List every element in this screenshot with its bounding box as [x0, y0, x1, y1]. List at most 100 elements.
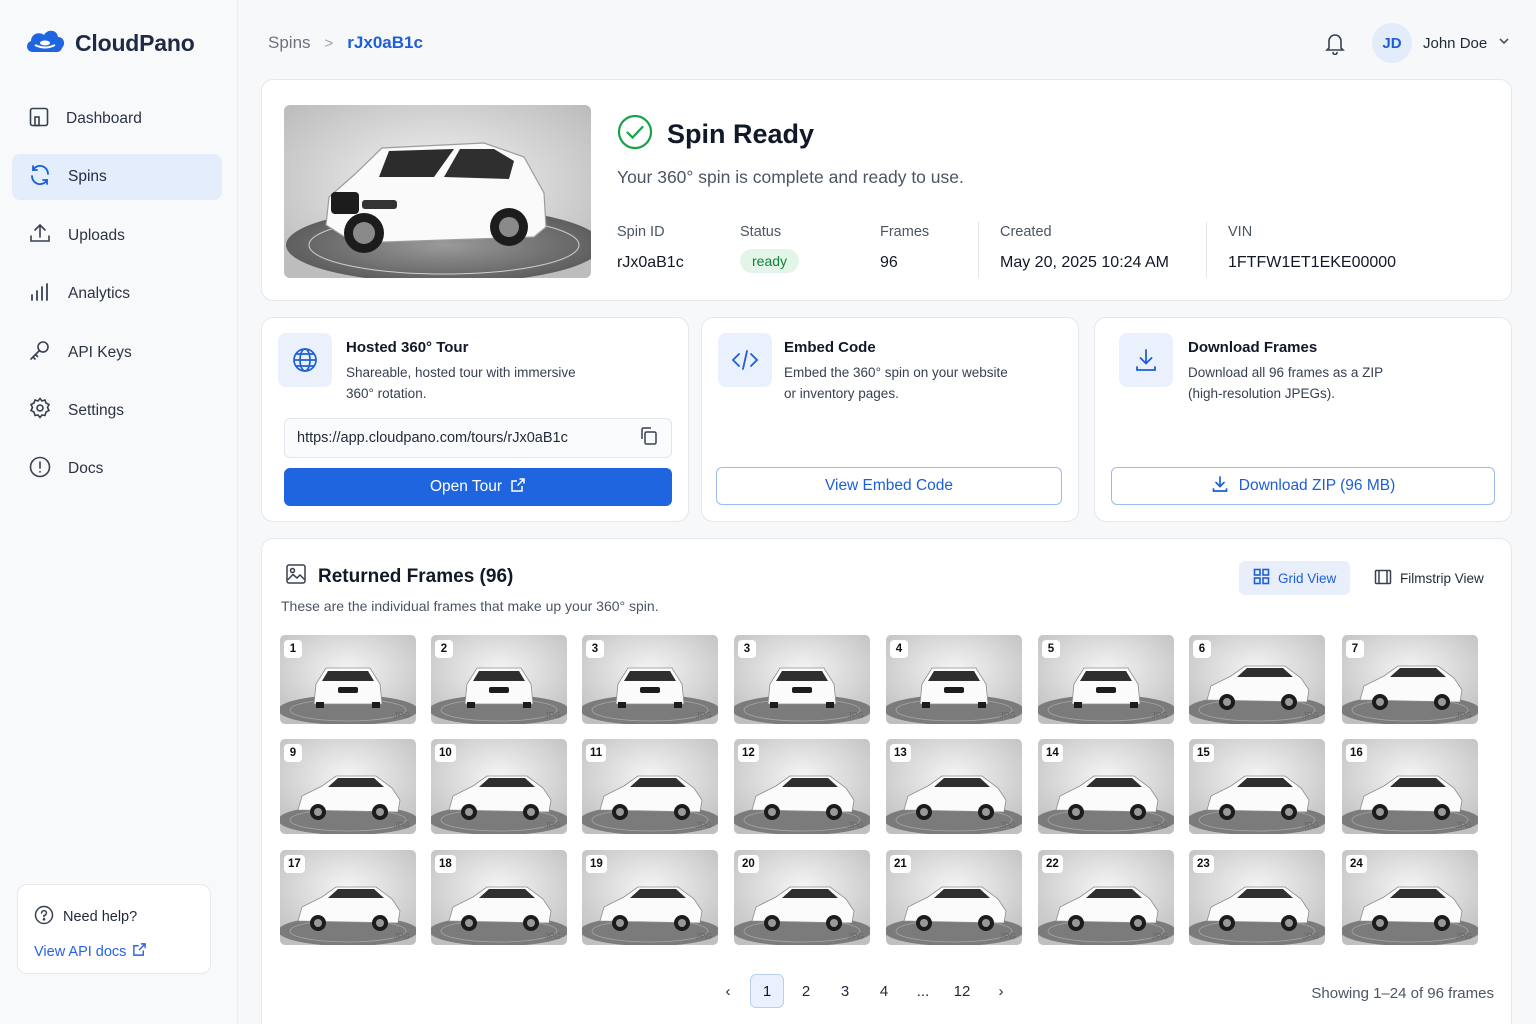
frame-thumbnail[interactable]: 2 JPG [431, 635, 567, 724]
sidebar-item-spins[interactable]: Spins [12, 154, 222, 201]
breadcrumb: Spins > rJx0aB1c [268, 33, 423, 53]
pagination-next-icon[interactable]: › [984, 974, 1018, 1008]
sidebar-item-dashboard[interactable]: Dashboard [12, 96, 222, 142]
frame-thumbnail[interactable]: 4 JPG [886, 635, 1022, 724]
pagination-prev-icon[interactable]: ‹ [711, 974, 745, 1008]
frames-heading: Returned Frames (96) [285, 563, 513, 590]
sidebar-item-uploads[interactable]: Uploads [12, 213, 222, 259]
frame-thumbnail[interactable]: 6 JPG [1189, 635, 1325, 724]
button-label: Grid View [1278, 570, 1337, 586]
grid-view-button[interactable]: Grid View [1239, 561, 1351, 595]
avatar: JD [1372, 23, 1412, 63]
spin-summary-card: Spin Ready Your 360° spin is complete an… [261, 79, 1512, 301]
frame-number: 4 [890, 640, 908, 658]
file-type-label: JPG [544, 710, 561, 720]
frame-thumbnail[interactable]: 12 JPG [734, 739, 870, 834]
frame-number: 15 [1193, 744, 1214, 762]
frame-thumbnail[interactable]: 18 JPG [431, 850, 567, 945]
sidebar-item-label: Settings [68, 401, 125, 419]
pagination-page[interactable]: 1 [750, 974, 784, 1008]
frame-thumbnail[interactable]: 21 JPG [886, 850, 1022, 945]
frame-thumbnail[interactable]: 22 JPG [1038, 850, 1174, 945]
spins-icon [28, 163, 52, 192]
meta-label: Frames [880, 224, 930, 240]
pagination: ‹ 1 2 3 4... 12 › [711, 974, 1023, 1008]
brand[interactable]: CloudPano [24, 28, 195, 59]
file-type-label: JPG [544, 931, 561, 941]
frame-thumbnail[interactable]: 23 JPG [1189, 850, 1325, 945]
file-type-label: JPG [393, 820, 410, 830]
filmstrip-view-button[interactable]: Filmstrip View [1360, 561, 1498, 595]
frame-number: 18 [435, 855, 456, 873]
frame-thumbnail[interactable]: 9 JPG [280, 739, 416, 834]
sidebar-item-api-keys[interactable]: API Keys [12, 330, 222, 376]
download-frames-desc: Download all 96 frames as a ZIP (high-re… [1188, 362, 1383, 404]
download-zip-button[interactable]: Download ZIP (96 MB) [1111, 467, 1495, 505]
sidebar-item-label: Dashboard [66, 110, 142, 127]
pagination-ellipsis: ... [916, 982, 930, 1000]
frame-thumbnail[interactable]: 3 JPG [582, 635, 718, 724]
frame-number: 1 [284, 640, 302, 658]
view-api-docs-link[interactable]: View API docs [34, 942, 194, 961]
status-badge: ready [740, 249, 800, 273]
pagination-page[interactable]: 12 [945, 974, 979, 1008]
open-tour-button[interactable]: Open Tour [284, 468, 672, 506]
sidebar-item-docs[interactable]: Docs [12, 446, 222, 492]
file-type-label: JPG [999, 931, 1016, 941]
frame-thumbnail[interactable]: 7 JPG [1342, 635, 1478, 724]
spin-preview-image[interactable] [284, 105, 591, 278]
frame-thumbnail[interactable]: 13 JPG [886, 739, 1022, 834]
analytics-icon [28, 280, 52, 309]
desc-line: Shareable, hosted tour with immersive [346, 365, 576, 380]
frame-number: 13 [890, 744, 911, 762]
external-link-icon [132, 942, 147, 961]
file-type-label: JPG [999, 710, 1016, 720]
breadcrumb-separator: > [324, 34, 334, 52]
hosted-tour-title: Hosted 360° Tour [346, 339, 469, 356]
meta-vin: VIN 1FTFW1ET1EKE00000 [1228, 224, 1396, 272]
download-frames-title: Download Frames [1188, 339, 1318, 356]
cloud-logo-icon [24, 28, 66, 59]
brand-name: CloudPano [75, 30, 195, 56]
image-icon [285, 563, 307, 590]
pagination-page[interactable]: 4 [867, 974, 901, 1008]
user-menu[interactable]: JD John Doe [1372, 23, 1510, 63]
frame-thumbnail[interactable]: 24 JPG [1342, 850, 1478, 945]
sidebar-item-analytics[interactable]: Analytics [12, 271, 222, 317]
meta-frames: Frames 96 [880, 224, 929, 272]
frame-thumbnail[interactable]: 16 JPG [1342, 739, 1478, 834]
frame-number: 21 [890, 855, 911, 873]
frame-thumbnail[interactable]: 5 JPG [1038, 635, 1174, 724]
file-type-label: JPG [1302, 710, 1319, 720]
file-type-label: JPG [1455, 820, 1472, 830]
sidebar-item-settings[interactable]: Settings [12, 388, 222, 434]
notifications-bell-icon[interactable] [1324, 31, 1346, 60]
frames-title: Returned Frames (96) [318, 565, 514, 587]
frame-number: 22 [1042, 855, 1063, 873]
copy-icon[interactable] [639, 426, 659, 450]
dashboard-icon [28, 106, 50, 133]
meta-label: Created [1000, 224, 1052, 240]
frame-number: 10 [435, 744, 456, 762]
breadcrumb-spins[interactable]: Spins [268, 33, 311, 53]
frame-thumbnail[interactable]: 14 JPG [1038, 739, 1174, 834]
frame-thumbnail[interactable]: 1 JPG [280, 635, 416, 724]
globe-icon [278, 333, 332, 387]
meta-status: Status ready [740, 224, 800, 273]
breadcrumb-current: rJx0aB1c [347, 33, 423, 52]
tour-url-field[interactable]: https://app.cloudpano.com/tours/rJx0aB1c [284, 418, 672, 458]
frame-thumbnail[interactable]: 10 JPG [431, 739, 567, 834]
frame-thumbnail[interactable]: 19 JPG [582, 850, 718, 945]
external-link-icon [510, 477, 526, 498]
frame-thumbnail[interactable]: 17 JPG [280, 850, 416, 945]
sidebar-nav: Dashboard Spins Uploads Analytics API Ke… [12, 96, 222, 505]
frame-thumbnail[interactable]: 3 JPG [734, 635, 870, 724]
frame-thumbnail[interactable]: 20 JPG [734, 850, 870, 945]
frame-thumbnail[interactable]: 11 JPG [582, 739, 718, 834]
pagination-page[interactable]: 3 [828, 974, 862, 1008]
frame-thumbnail[interactable]: 15 JPG [1189, 739, 1325, 834]
pagination-page[interactable]: 2 [789, 974, 823, 1008]
view-embed-code-button[interactable]: View Embed Code [716, 467, 1062, 505]
sidebar-item-label: API Keys [68, 343, 132, 361]
button-label: View Embed Code [824, 477, 954, 494]
